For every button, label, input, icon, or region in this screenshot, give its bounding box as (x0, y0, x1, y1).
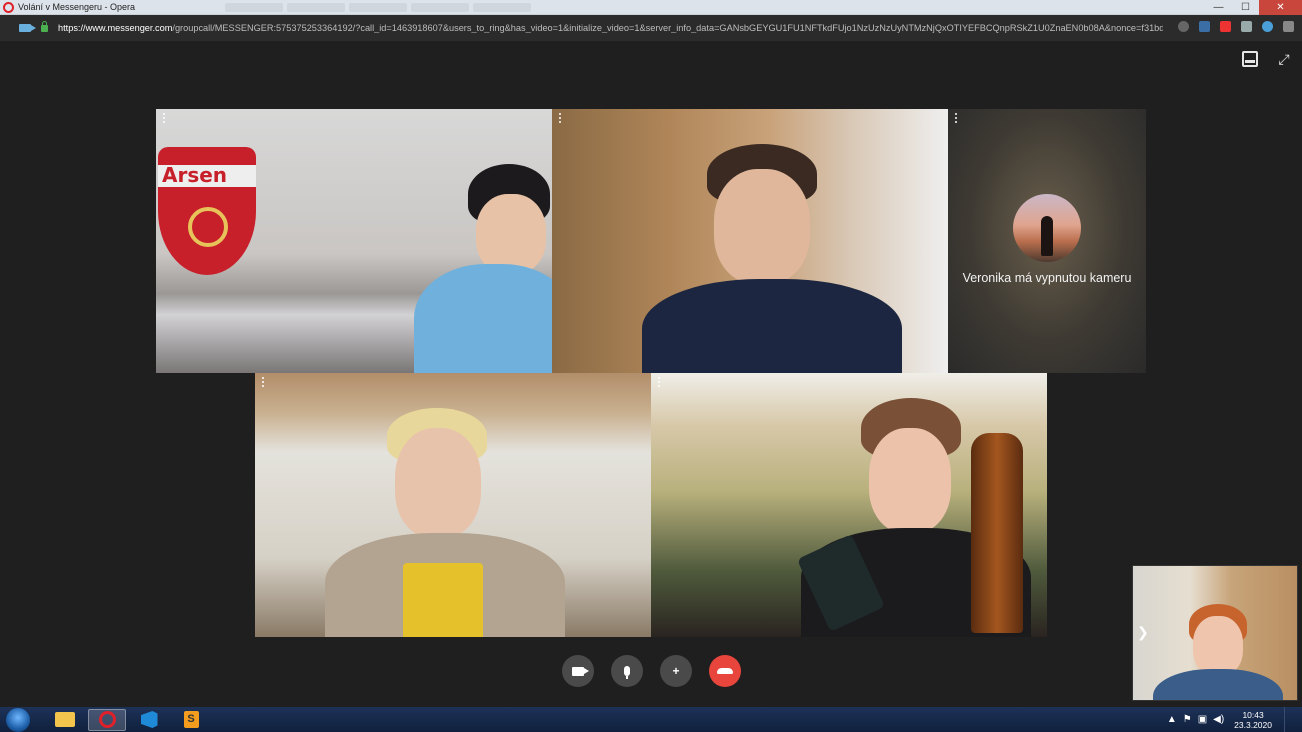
folder-icon (55, 712, 75, 727)
clock-date: 23.3.2020 (1234, 719, 1272, 730)
clock[interactable]: 10:43 23.3.2020 (1234, 710, 1272, 730)
sublime-text-icon: S (183, 711, 199, 728)
network-icon[interactable]: ▣ (1198, 714, 1207, 725)
lock-icon[interactable] (41, 20, 48, 32)
taskbar-sublime[interactable]: S (172, 709, 210, 731)
vscode-icon (140, 711, 158, 728)
participant-video-tile[interactable]: Arsen (156, 109, 552, 373)
taskbar-opera[interactable] (88, 708, 126, 731)
youtube-extension-icon[interactable] (1220, 21, 1231, 32)
participant-video-tile[interactable] (255, 373, 651, 637)
action-center-flag-icon[interactable]: ⚑ (1183, 714, 1192, 725)
browser-tab[interactable] (473, 2, 532, 12)
camera-off-label: Veronika má vypnutou kameru (962, 271, 1132, 285)
window-title: Volání v Messengeru - Opera (18, 2, 136, 12)
system-tray: ▲ ⚑ ▣ ◀) 10:43 23.3.2020 (1167, 707, 1290, 732)
close-window-button[interactable]: ✕ (1259, 0, 1302, 15)
participant-camera-off-tile[interactable]: Veronika má vypnutou kameru (948, 109, 1146, 373)
collapse-self-view-icon[interactable]: ❯ (1137, 624, 1149, 641)
browser-tab[interactable] (411, 2, 470, 12)
participant-avatar (1013, 194, 1081, 262)
tile-menu-icon[interactable] (162, 113, 166, 125)
add-person-button[interactable]: + (660, 655, 692, 687)
self-view-video[interactable]: ❯ (1132, 565, 1298, 701)
video-call-stage: ⤢ Arsen Veronika má vypnutou kameru ❯ + (0, 41, 1302, 707)
start-button[interactable] (6, 707, 30, 732)
opera-icon (98, 711, 116, 728)
minimize-button[interactable]: — (1205, 0, 1232, 15)
tile-menu-icon[interactable] (558, 113, 562, 125)
react-devtools-icon[interactable] (1262, 21, 1273, 32)
taskbar-vscode[interactable] (130, 709, 168, 731)
participant-video-tile[interactable] (651, 373, 1047, 637)
tile-menu-icon[interactable] (261, 377, 265, 389)
tray-expand-icon[interactable]: ▲ (1167, 714, 1177, 725)
browser-tab[interactable] (287, 2, 346, 12)
taskbar-explorer[interactable] (46, 709, 84, 731)
download-icon[interactable] (1283, 21, 1294, 32)
url-host: https://www.messenger.com (58, 23, 173, 33)
url-path: /groupcall/MESSENGER:575375253364192/?ca… (172, 23, 1163, 33)
layout-toggle-icon[interactable] (1242, 51, 1258, 67)
add-person-icon: + (672, 664, 680, 678)
send-icon[interactable] (1241, 21, 1252, 32)
windows-taskbar: S ▲ ⚑ ▣ ◀) 10:43 23.3.2020 (0, 707, 1302, 732)
bottle-object (971, 433, 1023, 633)
end-call-icon (717, 668, 733, 674)
show-desktop-button[interactable] (1284, 707, 1290, 732)
address-bar: https://www.messenger.com/groupcall/MESS… (0, 15, 1302, 41)
volume-icon[interactable]: ◀) (1213, 714, 1224, 725)
fullscreen-icon[interactable]: ⤢ (1276, 51, 1292, 67)
browser-tab[interactable] (349, 2, 408, 12)
url-field[interactable]: https://www.messenger.com/groupcall/MESS… (58, 23, 1163, 33)
crest-text: Arsen (162, 163, 228, 187)
tile-menu-icon[interactable] (954, 113, 958, 125)
browser-tab[interactable] (225, 2, 284, 12)
call-controls: + (562, 655, 741, 687)
end-call-button[interactable] (709, 655, 741, 687)
window-title-bar: Volání v Messengeru - Opera — ☐ ✕ (0, 0, 1302, 15)
toggle-video-button[interactable] (562, 655, 594, 687)
tracker-blocker-icon[interactable] (1178, 21, 1189, 32)
video-camera-icon (572, 666, 584, 676)
arsenal-crest-poster: Arsen (158, 147, 256, 275)
call-view-controls: ⤢ (1242, 51, 1292, 67)
participant-video-tile[interactable] (552, 109, 948, 373)
microphone-icon (624, 666, 630, 679)
browser-tabs (225, 2, 532, 12)
window-controls: — ☐ ✕ (1205, 0, 1302, 15)
tile-menu-icon[interactable] (657, 377, 661, 389)
camera-permission-icon[interactable] (19, 24, 36, 32)
extension-icons (1178, 21, 1294, 32)
extension-icon[interactable] (1199, 21, 1210, 32)
clock-time: 10:43 (1242, 709, 1264, 720)
opera-logo-icon (3, 1, 14, 13)
toggle-mic-button[interactable] (611, 655, 643, 687)
maximize-button[interactable]: ☐ (1232, 0, 1259, 15)
